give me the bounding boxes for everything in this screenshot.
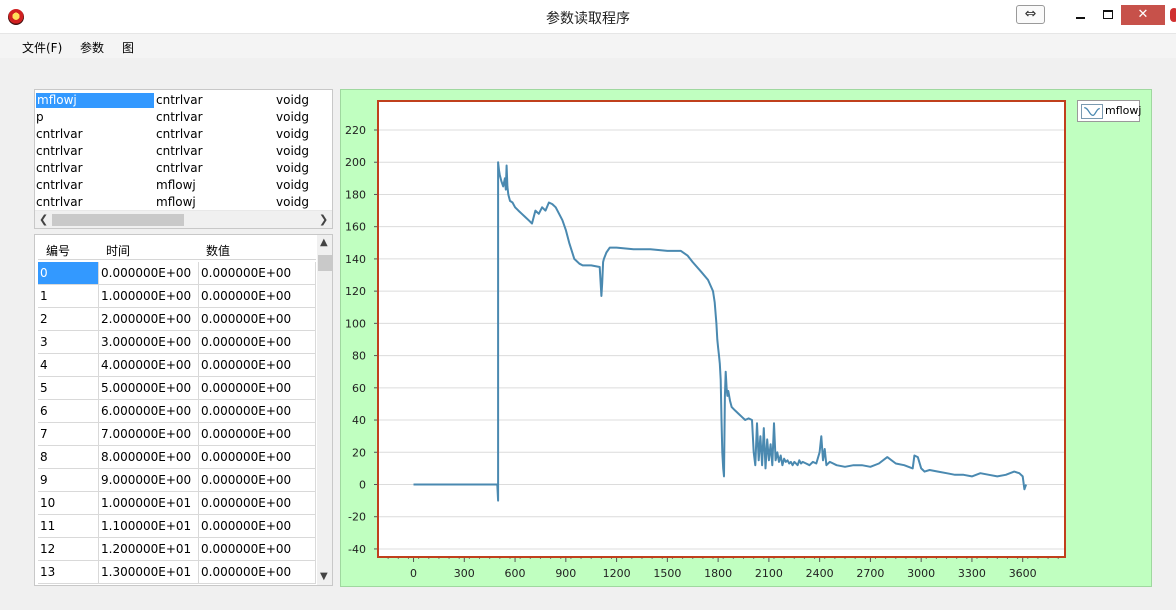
y-tick-label: 220 xyxy=(345,124,366,137)
chart-legend: mflowj xyxy=(1077,100,1142,122)
x-tick-label: 1200 xyxy=(603,567,631,580)
y-tick-label: 160 xyxy=(345,221,366,234)
y-tick-label: 200 xyxy=(345,156,366,169)
y-tick-label: 60 xyxy=(352,382,366,395)
plot-area xyxy=(378,101,1065,557)
x-tick-label: 3300 xyxy=(958,567,986,580)
y-tick-label: 120 xyxy=(345,285,366,298)
x-tick-label: 2700 xyxy=(856,567,884,580)
x-tick-label: 1500 xyxy=(653,567,681,580)
y-tick-label: 20 xyxy=(352,446,366,459)
x-tick-label: 600 xyxy=(505,567,526,580)
y-tick-label: -20 xyxy=(348,511,366,524)
legend-label: mflowj xyxy=(1105,104,1142,117)
x-tick-label: 300 xyxy=(454,567,475,580)
y-tick-label: 100 xyxy=(345,317,366,330)
y-tick-label: -40 xyxy=(348,543,366,556)
y-tick-label: 0 xyxy=(359,478,366,491)
x-tick-label: 3000 xyxy=(907,567,935,580)
y-tick-label: 80 xyxy=(352,350,366,363)
x-tick-label: 0 xyxy=(410,567,417,580)
x-tick-label: 2400 xyxy=(806,567,834,580)
x-tick-label: 1800 xyxy=(704,567,732,580)
legend-line-icon xyxy=(1081,104,1103,119)
y-tick-label: 140 xyxy=(345,253,366,266)
x-tick-label: 3600 xyxy=(1009,567,1037,580)
x-tick-label: 2100 xyxy=(755,567,783,580)
y-tick-label: 180 xyxy=(345,188,366,201)
line-chart: -40 -20 0 20 40 60 80 100 120 140 160 180 200 220 0 300… xyxy=(345,100,1066,580)
x-tick-label: 900 xyxy=(555,567,576,580)
y-tick-label: 40 xyxy=(352,414,366,427)
